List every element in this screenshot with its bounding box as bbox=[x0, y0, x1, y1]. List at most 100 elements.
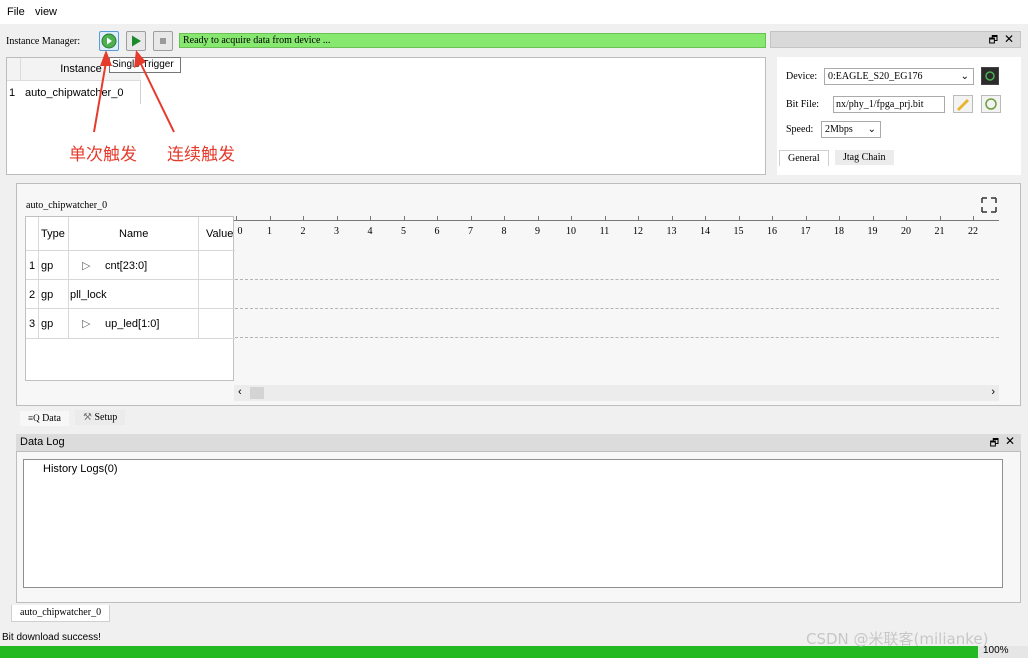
timeline-tick bbox=[537, 216, 539, 221]
tab-jtag-chain[interactable]: Jtag Chain bbox=[835, 150, 894, 165]
device-select[interactable]: 0:EAGLE_S20_EG176 ⌄ bbox=[824, 68, 974, 85]
waveform-title: auto_chipwatcher_0 bbox=[26, 200, 108, 211]
bitfile-input[interactable]: nx/phy_1/fpga_prj.bit bbox=[833, 96, 945, 113]
log-view[interactable]: History Logs(0) bbox=[23, 459, 1003, 588]
device-label: Device: bbox=[786, 71, 818, 82]
status-message: Bit download success! bbox=[2, 632, 101, 643]
tab-auto-chipwatcher[interactable]: auto_chipwatcher_0 bbox=[11, 605, 111, 622]
timeline-tick-label: 18 bbox=[834, 226, 844, 237]
signal-line bbox=[235, 308, 999, 309]
scroll-thumb[interactable] bbox=[250, 387, 264, 399]
timeline-tick bbox=[772, 216, 773, 221]
timeline-tick-label: 20 bbox=[901, 226, 911, 237]
timeline-tick bbox=[236, 216, 237, 221]
timeline-tick bbox=[738, 216, 740, 221]
row-index: 1 bbox=[29, 260, 36, 272]
column-name: Name bbox=[119, 228, 149, 240]
scroll-left-icon[interactable]: ‹ bbox=[238, 386, 242, 398]
timeline-tick-label: 7 bbox=[468, 226, 473, 237]
timeline-tick-label: 11 bbox=[599, 226, 610, 237]
status-message: Ready to acquire data from device ... bbox=[179, 33, 766, 48]
speed-select[interactable]: 2Mbps ⌄ bbox=[821, 121, 881, 138]
timeline-tick bbox=[973, 216, 974, 221]
wrench-icon: ⚒ bbox=[83, 412, 92, 423]
menu-file[interactable]: File bbox=[7, 6, 25, 18]
timeline-tick bbox=[839, 216, 840, 221]
download-button[interactable] bbox=[981, 95, 1001, 113]
tab-data[interactable]: ≡Q Data bbox=[20, 411, 69, 426]
timeline-tick bbox=[303, 216, 304, 221]
row-index: 3 bbox=[29, 318, 36, 330]
row-index: 1 bbox=[9, 87, 16, 99]
signal-type: gp bbox=[41, 289, 54, 301]
signal-table: Type Name Value 1 gp ▷ cnt[23:0] 2 gp pl… bbox=[25, 216, 235, 381]
timeline-tick-label: 19 bbox=[867, 226, 878, 237]
watermark: CSDN @米联客(milianke) bbox=[806, 630, 989, 648]
timeline-tick bbox=[437, 216, 438, 221]
refresh-device-button[interactable] bbox=[981, 67, 999, 85]
timeline-tick-label: 0 bbox=[237, 226, 243, 237]
bitfile-label: Bit File: bbox=[786, 99, 820, 110]
timeline-tick-label: 13 bbox=[666, 226, 677, 237]
signal-name[interactable]: up_led[1:0] bbox=[105, 318, 159, 330]
timeline-tick bbox=[705, 216, 706, 221]
timeline-tick-label: 9 bbox=[535, 226, 540, 237]
timeline-tick-label: 3 bbox=[334, 226, 339, 237]
timeline-tick bbox=[370, 216, 371, 221]
expand-icon[interactable]: ▷ bbox=[82, 317, 90, 330]
timeline-tick-label: 16 bbox=[767, 226, 777, 237]
single-trigger-annotation: 单次触发 bbox=[69, 145, 137, 165]
timeline-tick-label: 12 bbox=[633, 226, 643, 237]
timeline-tick-label: 14 bbox=[700, 226, 710, 237]
scroll-right-icon[interactable]: › bbox=[991, 386, 995, 398]
data-log-titlebar: Data Log 🗗 ✕ bbox=[16, 434, 1021, 451]
signal-type: gp bbox=[41, 260, 54, 272]
pencil-icon bbox=[957, 99, 969, 111]
expand-icon[interactable]: ▷ bbox=[82, 259, 90, 272]
signal-line bbox=[235, 337, 999, 338]
timeline-tick-label: 4 bbox=[367, 226, 373, 237]
timeline-tick bbox=[336, 216, 338, 221]
download-icon bbox=[985, 98, 997, 110]
timeline-tick bbox=[939, 216, 941, 221]
timeline-tick bbox=[872, 216, 874, 221]
signal-name[interactable]: cnt[23:0] bbox=[105, 260, 147, 272]
tab-setup[interactable]: ⚒ Setup bbox=[75, 410, 126, 425]
fullscreen-icon[interactable] bbox=[980, 196, 998, 214]
row-index: 2 bbox=[29, 289, 36, 301]
timeline-axis bbox=[234, 220, 999, 221]
horizontal-scrollbar[interactable]: ‹ › bbox=[234, 385, 999, 401]
timeline-tick bbox=[269, 216, 271, 221]
signal-type: gp bbox=[41, 318, 54, 330]
menu-bar: File view bbox=[0, 0, 1028, 24]
device-icon bbox=[985, 71, 995, 81]
timeline-tick-label: 10 bbox=[566, 226, 576, 237]
timeline-tick bbox=[571, 216, 572, 221]
timeline-tick bbox=[403, 216, 405, 221]
menu-view[interactable]: view bbox=[35, 6, 57, 18]
timeline-tick-label: 17 bbox=[800, 226, 811, 237]
chevron-down-icon: ⌄ bbox=[867, 124, 876, 135]
timeline-tick-label: 1 bbox=[267, 226, 272, 237]
float-icon[interactable]: 🗗 bbox=[989, 33, 998, 50]
timeline-tick bbox=[671, 216, 673, 221]
browse-button[interactable] bbox=[953, 95, 973, 113]
timeline-tick bbox=[805, 216, 807, 221]
signal-name[interactable]: pll_lock bbox=[70, 289, 107, 301]
search-data-icon: ≡Q bbox=[28, 413, 40, 423]
chevron-down-icon: ⌄ bbox=[960, 71, 969, 82]
timeline-tick-label: 21 bbox=[934, 226, 945, 237]
timeline-tick-label: 6 bbox=[434, 226, 440, 237]
timeline-tick-label: 2 bbox=[300, 226, 306, 237]
timeline-tick-label: 8 bbox=[501, 226, 507, 237]
tab-general[interactable]: General bbox=[779, 150, 829, 166]
timeline-tick-label: 22 bbox=[968, 226, 978, 237]
close-icon[interactable]: ✕ bbox=[1005, 434, 1015, 448]
column-type: Type bbox=[41, 228, 65, 240]
history-logs-item[interactable]: History Logs(0) bbox=[43, 463, 118, 475]
continuous-trigger-annotation: 连续触发 bbox=[167, 145, 235, 165]
close-icon[interactable]: ✕ bbox=[1004, 32, 1014, 46]
timeline-tick-label: 5 bbox=[401, 226, 406, 237]
speed-label: Speed: bbox=[786, 124, 814, 135]
timeline-tick bbox=[470, 216, 472, 221]
